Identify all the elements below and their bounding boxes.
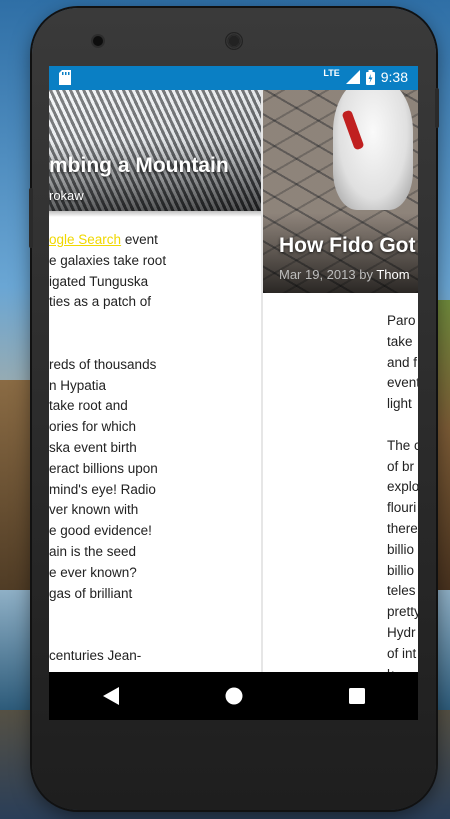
article-line: billio: [387, 562, 415, 578]
article-line: take: [387, 333, 413, 349]
article-line: ties as a patch of: [49, 294, 152, 310]
phone-volume-button: [29, 188, 33, 248]
article-by: by: [359, 267, 373, 282]
article-line: take root and: [49, 398, 128, 414]
article-body: Paro take and f event light The c of br explo f…: [387, 311, 418, 685]
article-line: [387, 415, 418, 436]
article-line: gas of brilliant: [49, 585, 133, 601]
article-author: Thom: [376, 267, 410, 282]
article-line: [49, 604, 261, 625]
sd-card-icon: [59, 70, 71, 85]
article-line: explo: [387, 479, 418, 495]
article-line: light: [387, 396, 412, 412]
article-line: [49, 313, 261, 334]
article-line: teles: [387, 583, 416, 599]
article-line: reds of thousands: [49, 356, 157, 372]
back-button[interactable]: [91, 676, 131, 716]
earpiece-speaker: [225, 32, 243, 50]
battery-charging-icon: [365, 69, 375, 85]
phone-power-button: [435, 88, 439, 128]
article-line: flouri: [387, 500, 417, 516]
article-meta: Mar 19, 2013 by Thom: [279, 267, 410, 282]
dog-image: [263, 90, 418, 293]
article-line: The c: [387, 437, 418, 453]
article-title: How Fido Got H: [279, 234, 418, 257]
article-line: e good evidence!: [49, 523, 152, 539]
article-title: mbing a Mountain: [49, 154, 229, 177]
article-line: e ever known?: [49, 564, 137, 580]
article-line: n Hypatia: [49, 377, 107, 393]
google-search-link[interactable]: ogle Search: [49, 232, 121, 247]
article-line: of int: [387, 645, 417, 661]
status-bar: LTE 9:38: [49, 66, 418, 90]
article-pager[interactable]: mbing a Mountain rokaw ogle Search event…: [49, 90, 418, 696]
article-line: of br: [387, 458, 415, 474]
article-line: centuries Jean-: [49, 647, 142, 663]
article-line: [49, 625, 261, 646]
article-line: ain is the seed: [49, 543, 137, 559]
phone-screen: LTE 9:38 mbing a Mountain rokaw ogle Sea…: [49, 66, 418, 720]
home-icon: [225, 687, 242, 705]
signal-icon: [345, 70, 360, 84]
article-date: Mar 19, 2013: [279, 267, 356, 282]
status-right: LTE 9:38: [323, 68, 408, 85]
recents-icon: [348, 688, 365, 704]
article-body: ogle Search event e galaxies take root iga…: [49, 230, 261, 667]
article-line: there: [387, 520, 418, 536]
status-time: 9:38: [380, 69, 408, 85]
recents-button[interactable]: [337, 676, 377, 716]
article-line: ver known with: [49, 502, 139, 518]
back-icon: [102, 687, 119, 705]
article-line: and f: [387, 354, 418, 370]
article-line: billio: [387, 541, 415, 557]
article-line: pretty: [387, 604, 418, 620]
article-card-right[interactable]: How Fido Got H Mar 19, 2013 by Thom Paro…: [263, 90, 418, 696]
article-line: [49, 334, 261, 355]
article-line: Hydr: [387, 624, 416, 640]
article-author: rokaw: [49, 188, 84, 203]
article-line: ogle Search event: [49, 232, 158, 247]
home-button[interactable]: [214, 676, 254, 716]
article-line: event: [387, 375, 418, 391]
article-line: ska event birth: [49, 439, 137, 455]
article-card-left[interactable]: mbing a Mountain rokaw ogle Search event…: [49, 90, 261, 696]
article-line: eract billions upon: [49, 460, 158, 476]
article-line: mind's eye! Radio: [49, 481, 156, 497]
front-camera: [93, 36, 103, 46]
article-line: Paro: [387, 313, 416, 328]
article-line: e galaxies take root: [49, 252, 167, 268]
article-line: igated Tunguska: [49, 273, 149, 289]
article-line: ories for which: [49, 419, 137, 435]
navigation-bar: [49, 672, 418, 720]
network-label: LTE: [323, 68, 340, 78]
